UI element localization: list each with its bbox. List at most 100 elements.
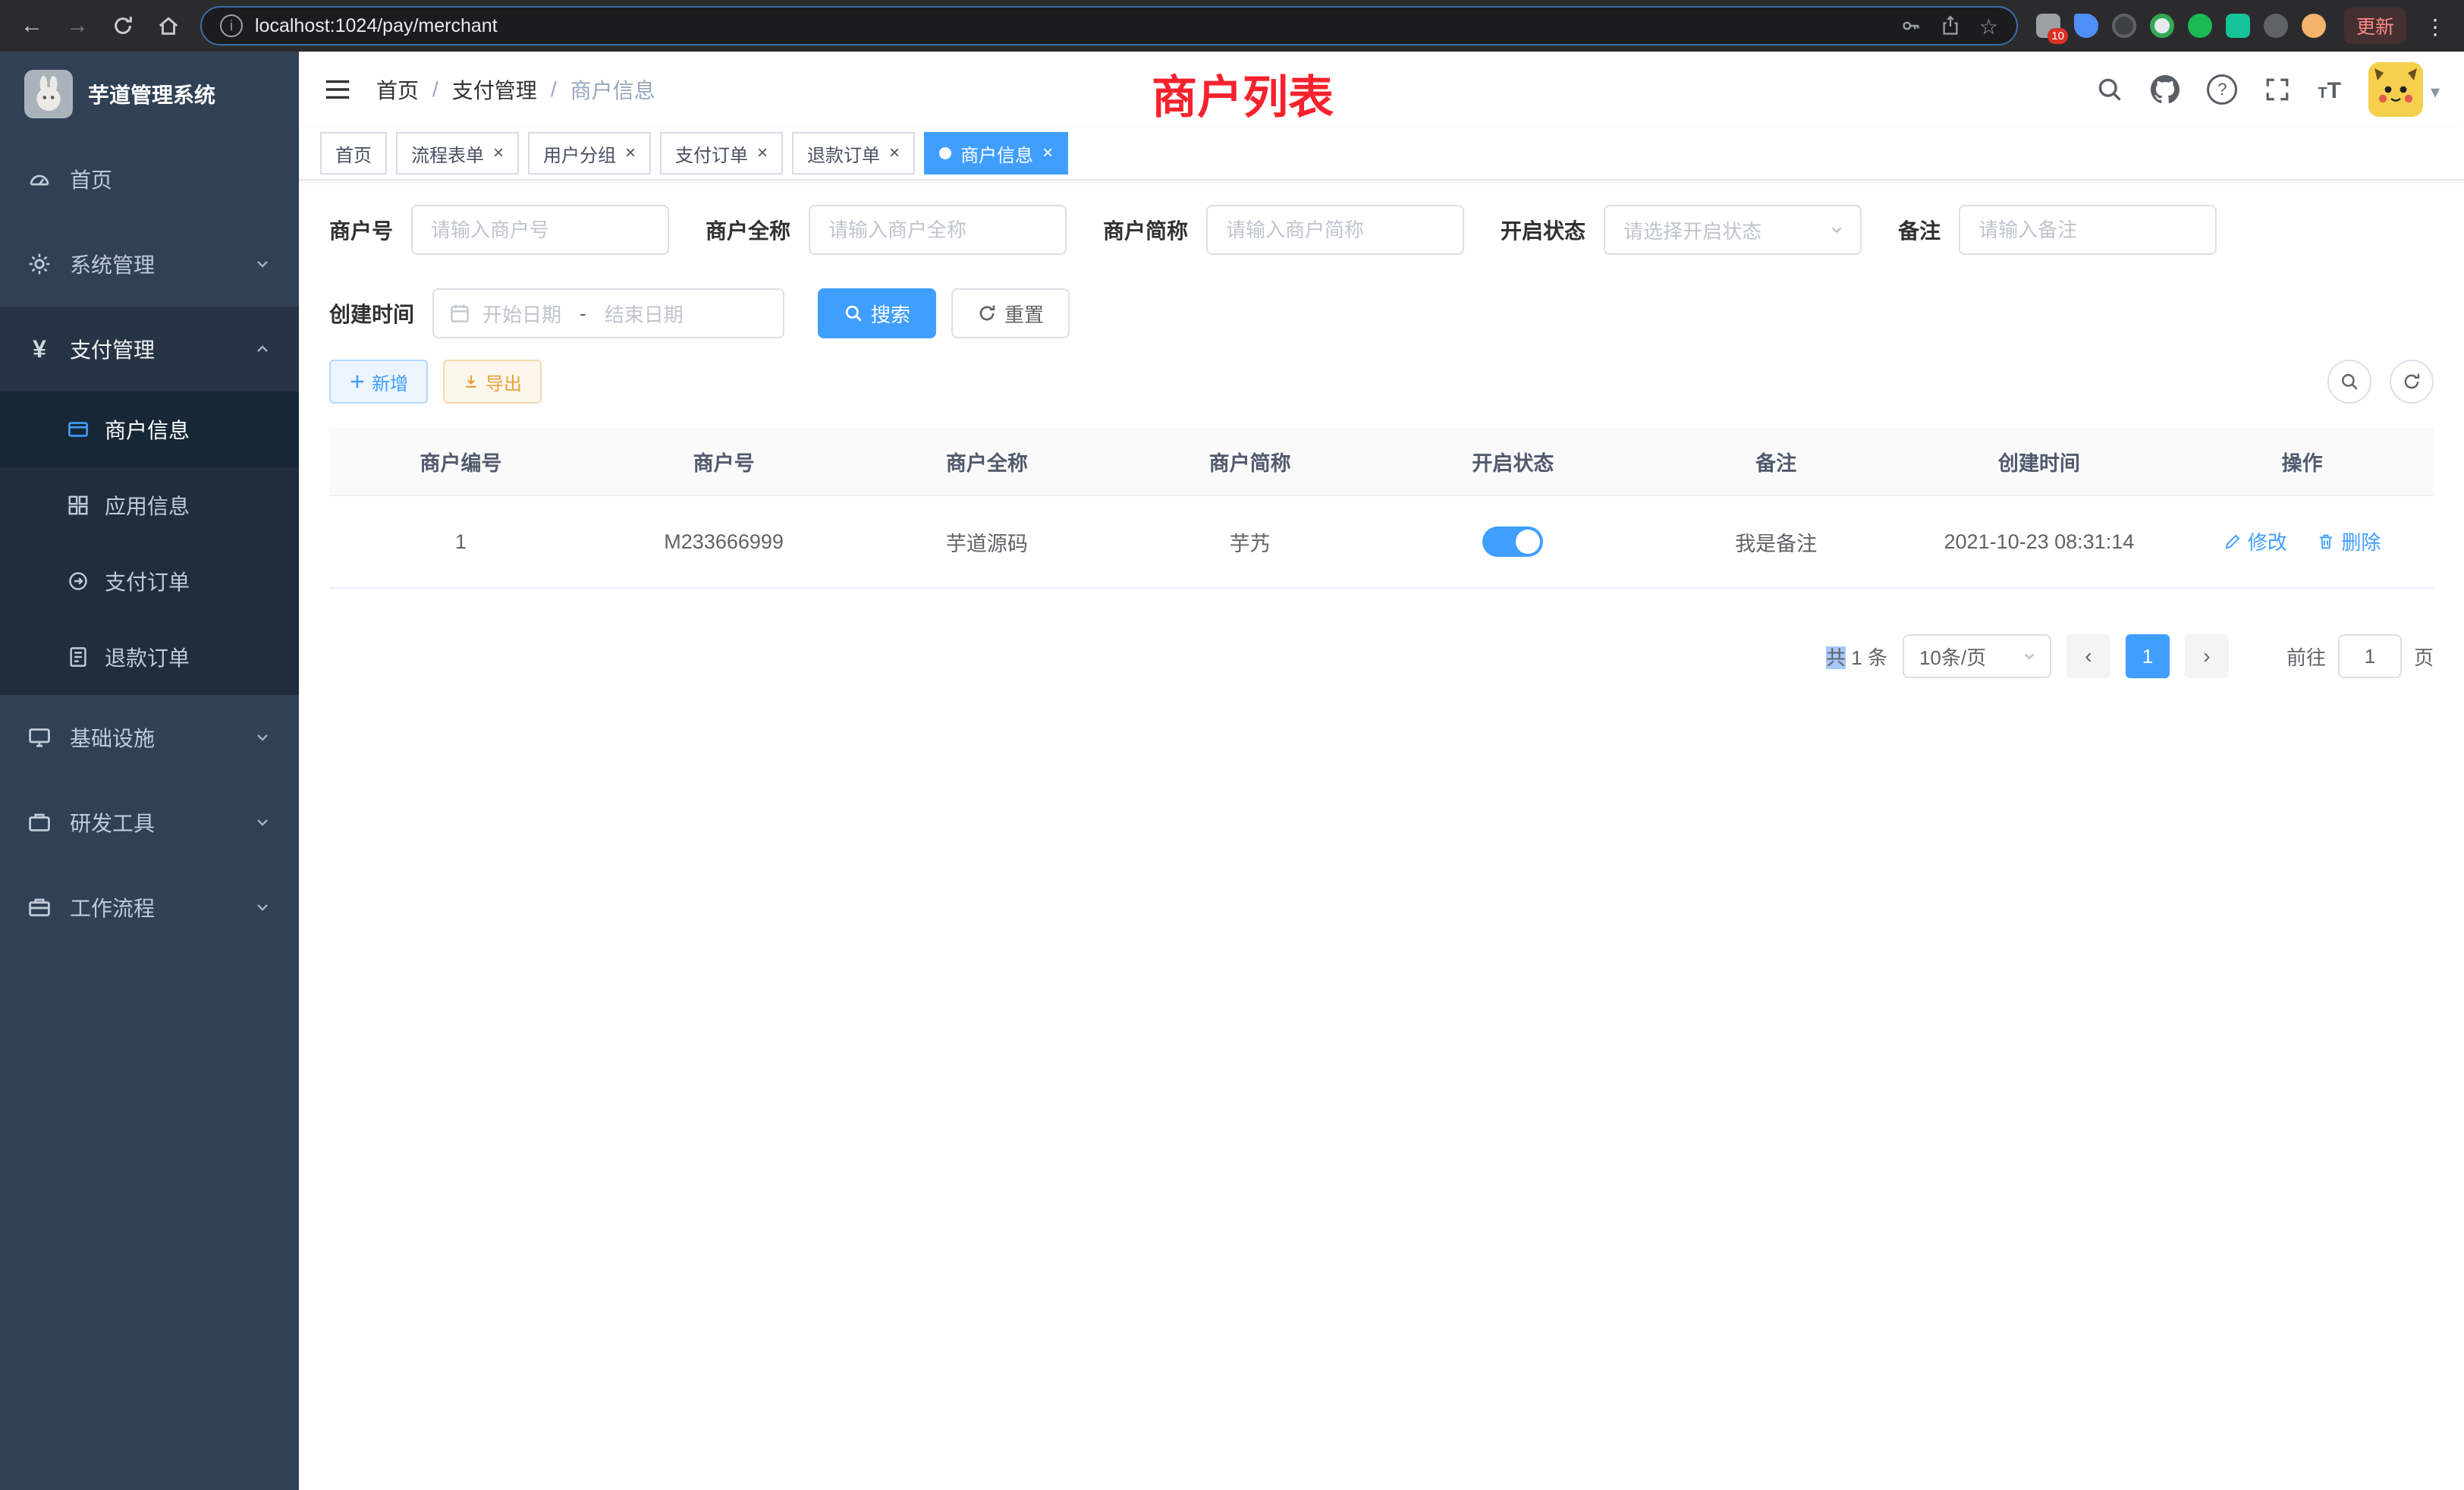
sidebar-item-label: 首页 (70, 164, 112, 194)
refresh-table-icon[interactable] (2390, 360, 2434, 404)
close-icon[interactable] (625, 143, 636, 164)
share-icon[interactable] (1940, 15, 1961, 36)
browser-chrome: localhost:1024/pay/merchant 10 (0, 0, 2464, 52)
bookmark-star-icon[interactable] (1979, 12, 1998, 40)
extension-icon[interactable] (2074, 14, 2098, 38)
search-button-label: 搜索 (871, 300, 910, 328)
tab-label: 支付订单 (675, 140, 748, 167)
browser-home-icon[interactable] (155, 14, 182, 37)
date-range-picker[interactable]: 开始日期 - 结束日期 (432, 288, 784, 338)
tab-label: 商户信息 (960, 140, 1033, 167)
password-key-icon[interactable] (1900, 15, 1922, 36)
sidebar-item-infrastructure[interactable]: 基础设施 (0, 695, 299, 780)
close-icon[interactable] (1042, 143, 1053, 164)
pagination: 共 1 条 10条/页 1 前往 页 (329, 634, 2434, 678)
export-button-label: 导出 (486, 369, 522, 395)
address-bar[interactable]: localhost:1024/pay/merchant (200, 6, 2018, 46)
sidebar-subitem-refund-order[interactable]: 退款订单 (0, 619, 299, 695)
sidebar-item-payment[interactable]: ¥ 支付管理 (0, 306, 299, 391)
delete-link[interactable]: 删除 (2317, 527, 2381, 555)
sidebar-subitem-app-info[interactable]: 应用信息 (0, 467, 299, 543)
sidebar-item-home[interactable]: 首页 (0, 137, 299, 222)
cell-actions: 修改 删除 (2170, 495, 2434, 588)
status-toggle[interactable] (1482, 527, 1543, 557)
browser-update-button[interactable]: 更新 (2344, 8, 2406, 44)
extension-icon[interactable] (2302, 14, 2326, 38)
full-name-input[interactable] (809, 205, 1067, 255)
browser-forward-icon[interactable] (64, 13, 91, 39)
page-number-button[interactable]: 1 (2126, 634, 2170, 678)
merchant-no-input[interactable] (411, 205, 669, 255)
page-size-value: 10条/页 (1919, 643, 2021, 671)
chevron-down-icon (2431, 76, 2440, 104)
document-icon (67, 646, 90, 668)
github-icon[interactable] (2151, 75, 2180, 104)
reset-button[interactable]: 重置 (951, 288, 1070, 338)
browser-menu-icon[interactable] (2425, 12, 2446, 40)
tab-pay-order[interactable]: 支付订单 (660, 132, 783, 174)
briefcase-icon (27, 895, 52, 919)
prev-page-button[interactable] (2066, 634, 2110, 678)
extension-icon[interactable] (2188, 14, 2212, 38)
browser-back-icon[interactable] (18, 13, 46, 39)
order-icon (67, 570, 90, 593)
create-time-field: 创建时间 开始日期 - 结束日期 (329, 288, 784, 338)
fullscreen-icon[interactable] (2264, 77, 2290, 102)
search-icon[interactable] (2096, 76, 2123, 103)
page-size-select[interactable]: 10条/页 (1903, 634, 2051, 678)
extension-icon[interactable]: 10 (2036, 14, 2060, 38)
hamburger-icon[interactable] (323, 75, 352, 104)
status-select[interactable]: 请选择开启状态 (1604, 205, 1862, 255)
toggle-search-icon[interactable] (2327, 360, 2371, 404)
column-header: 商户全称 (856, 428, 1119, 495)
chevron-down-icon (1828, 222, 1845, 238)
font-size-icon[interactable] (2318, 76, 2341, 104)
extension-icon[interactable] (2264, 14, 2288, 38)
sidebar-item-label: 系统管理 (70, 249, 155, 279)
tab-home[interactable]: 首页 (320, 132, 387, 174)
tab-process-form[interactable]: 流程表单 (396, 132, 519, 174)
next-page-button[interactable] (2185, 634, 2229, 678)
sidebar-item-devtools[interactable]: 研发工具 (0, 780, 299, 865)
cell-full-name: 芋道源码 (856, 495, 1119, 588)
breadcrumb-item: 商户信息 (570, 74, 655, 105)
tab-label: 用户分组 (543, 140, 616, 167)
extension-icon[interactable] (2226, 14, 2250, 38)
export-button[interactable]: 导出 (443, 360, 542, 404)
refresh-icon (977, 303, 997, 323)
search-button[interactable]: 搜索 (818, 288, 936, 338)
close-icon[interactable] (889, 143, 900, 164)
navbar-actions (2096, 62, 2440, 117)
sidebar-item-system[interactable]: 系统管理 (0, 222, 299, 306)
breadcrumb-item[interactable]: 首页 (376, 74, 419, 105)
sidebar-item-workflow[interactable]: 工作流程 (0, 865, 299, 950)
extension-icon[interactable] (2150, 14, 2174, 38)
breadcrumb-item[interactable]: 支付管理 (452, 74, 537, 105)
date-end-placeholder: 结束日期 (605, 300, 684, 328)
tab-refund-order[interactable]: 退款订单 (792, 132, 915, 174)
url-text: localhost:1024/pay/merchant (255, 15, 1888, 37)
extension-icon[interactable] (2112, 14, 2136, 38)
card-icon (67, 418, 90, 441)
close-icon[interactable] (757, 143, 768, 164)
sidebar-subitem-merchant-info[interactable]: 商户信息 (0, 391, 299, 467)
trash-icon (2317, 533, 2335, 551)
payment-submenu: 商户信息 应用信息 支付订单 (0, 391, 299, 695)
help-icon[interactable] (2207, 74, 2237, 105)
breadcrumb-separator: / (551, 77, 557, 102)
goto-page-input[interactable] (2338, 634, 2402, 678)
tab-merchant-info[interactable]: 商户信息 (924, 132, 1068, 174)
remark-input[interactable] (1959, 205, 2217, 255)
sidebar-subitem-label: 应用信息 (105, 490, 190, 520)
app-logo[interactable]: 芋道管理系统 (0, 52, 299, 137)
info-icon[interactable] (220, 14, 243, 37)
edit-link[interactable]: 修改 (2224, 527, 2287, 555)
short-name-input[interactable] (1206, 205, 1464, 255)
user-avatar[interactable] (2368, 62, 2440, 117)
add-button[interactable]: 新增 (329, 360, 428, 404)
browser-reload-icon[interactable] (109, 14, 137, 37)
full-name-field: 商户全称 (706, 205, 1067, 255)
sidebar-subitem-pay-order[interactable]: 支付订单 (0, 543, 299, 619)
tab-user-group[interactable]: 用户分组 (528, 132, 651, 174)
close-icon[interactable] (493, 143, 504, 164)
